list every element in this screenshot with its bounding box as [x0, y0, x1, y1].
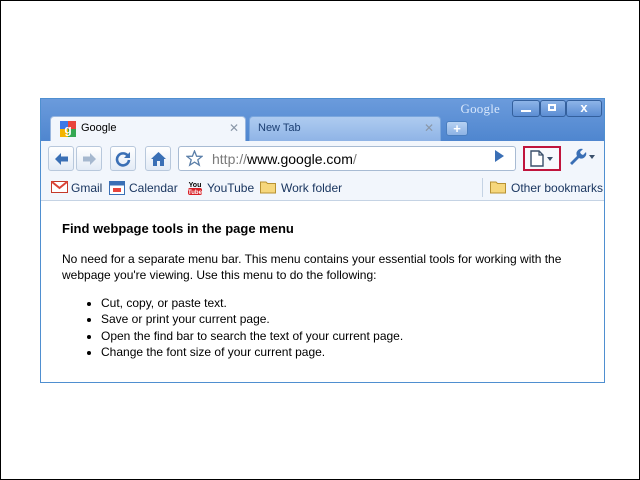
folder-icon [260, 181, 276, 194]
google-favicon-icon: g [60, 121, 76, 137]
navigation-toolbar: http://www.google.com/ [41, 141, 604, 175]
description-text: No need for a separate menu bar. This me… [62, 252, 562, 282]
minimize-icon [521, 110, 531, 112]
home-button[interactable] [145, 146, 171, 171]
youtube-icon: You Tube [188, 182, 203, 196]
other-bookmarks[interactable]: Other bookmarks [490, 180, 604, 196]
forward-button[interactable] [76, 146, 102, 171]
tab-google[interactable]: g Google ✕ [50, 116, 246, 141]
close-button[interactable]: x [566, 100, 602, 117]
page-content: Find webpage tools in the page menu No n… [41, 201, 604, 382]
plus-icon: + [453, 121, 461, 136]
calendar-icon [109, 181, 125, 195]
go-arrow-icon[interactable] [493, 149, 505, 163]
bookmark-work-folder[interactable]: Work folder [260, 180, 345, 196]
tab-label: New Tab [258, 122, 301, 134]
reload-button[interactable] [110, 146, 136, 171]
bookmark-label: Work folder [281, 181, 343, 195]
list-item: Save or print your current page. [101, 311, 403, 327]
page-menu-button[interactable] [523, 146, 561, 171]
google-brand: Google [460, 101, 500, 116]
tab-new-tab[interactable]: New Tab ✕ [249, 116, 441, 141]
bookmarks-divider [482, 178, 483, 197]
bookmark-label: Gmail [71, 181, 103, 195]
bookmark-gmail[interactable]: Gmail [51, 180, 111, 196]
back-arrow-icon [55, 153, 68, 165]
svg-text:g: g [64, 123, 71, 137]
tab-close-icon[interactable]: ✕ [229, 121, 239, 135]
bookmark-star-icon[interactable] [186, 150, 203, 167]
bookmark-youtube[interactable]: You Tube YouTube [187, 180, 257, 196]
title-bar: Google x g Google ✕ New Tab ✕ + [41, 99, 604, 141]
list-item: Open the find bar to search the text of … [101, 328, 403, 344]
maximize-icon [548, 104, 556, 111]
forward-arrow-icon [83, 153, 96, 165]
page-heading: Find webpage tools in the page menu [62, 221, 294, 236]
bookmark-label: Calendar [129, 181, 178, 195]
svg-text:You: You [189, 182, 202, 189]
list-item: Cut, copy, or paste text. [101, 295, 403, 311]
address-bar[interactable]: http://www.google.com/ [178, 146, 516, 171]
home-icon [151, 152, 166, 166]
browser-window: Google x g Google ✕ New Tab ✕ + http://w… [40, 98, 605, 383]
minimize-button[interactable] [512, 100, 540, 117]
reload-icon [115, 152, 131, 167]
wrench-icon [570, 148, 595, 165]
back-button[interactable] [48, 146, 74, 171]
folder-icon [490, 181, 506, 194]
list-item: Change the font size of your current pag… [101, 344, 403, 360]
tools-menu-button[interactable] [565, 146, 599, 171]
url-text[interactable]: http://www.google.com/ [212, 151, 357, 167]
gmail-icon [51, 180, 68, 193]
bookmark-label: YouTube [207, 181, 255, 195]
feature-list: Cut, copy, or paste text. Save or print … [81, 295, 403, 360]
tab-close-icon[interactable]: ✕ [424, 121, 434, 135]
maximize-button[interactable] [540, 100, 566, 117]
svg-text:Tube: Tube [188, 190, 203, 196]
bookmark-label: Other bookmarks [511, 181, 604, 195]
tab-label: Google [81, 122, 117, 134]
page-icon [530, 150, 553, 167]
new-tab-button[interactable]: + [446, 121, 468, 136]
bookmarks-bar: Gmail Calendar You Tube YouTube Work fol… [41, 175, 604, 201]
close-icon: x [580, 100, 588, 115]
bookmark-calendar[interactable]: Calendar [109, 180, 179, 196]
